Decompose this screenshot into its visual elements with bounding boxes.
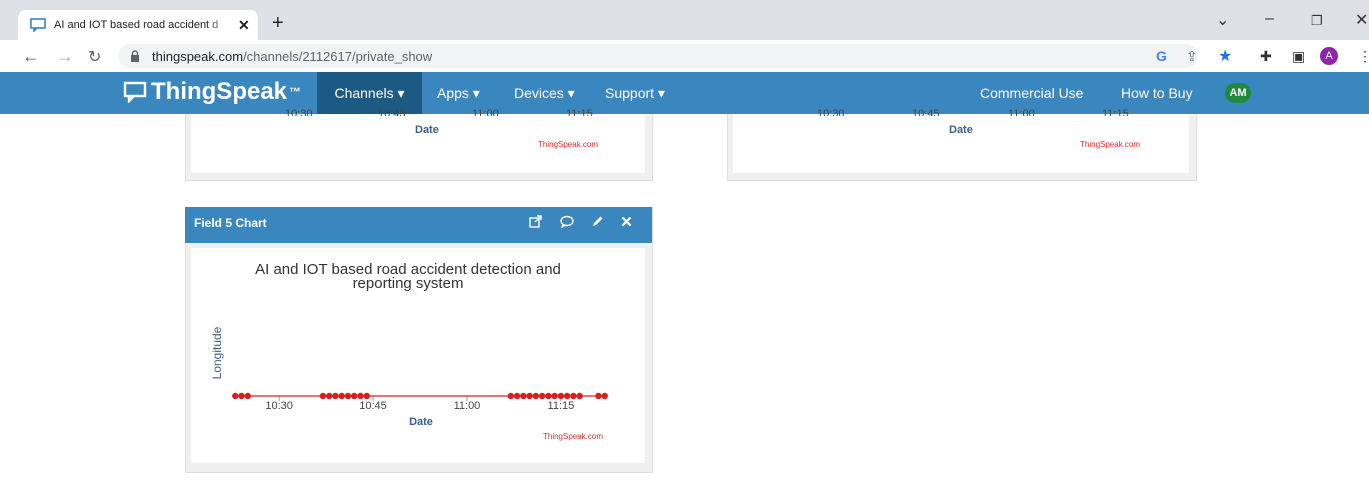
data-point[interactable]: [532, 392, 540, 400]
data-point[interactable]: [526, 392, 533, 400]
google-icon[interactable]: G: [1156, 48, 1167, 64]
close-window-icon[interactable]: ✕: [1355, 10, 1368, 30]
logo-text: ThingSpeak: [151, 78, 288, 105]
x-tick: 11:00: [1008, 108, 1035, 116]
data-point[interactable]: [551, 392, 558, 400]
x-axis-label: Date: [949, 124, 973, 136]
bookmark-star-icon[interactable]: ★: [1218, 46, 1232, 66]
data-point[interactable]: [238, 392, 245, 400]
profile-avatar[interactable]: A: [1320, 47, 1338, 65]
data-point[interactable]: [244, 392, 251, 400]
data-point[interactable]: [363, 392, 370, 400]
data-point[interactable]: [538, 392, 546, 400]
data-point[interactable]: [357, 392, 364, 400]
new-tab-button[interactable]: +: [272, 12, 284, 35]
x-tick-label: 11:00: [454, 400, 481, 412]
nav-channels[interactable]: Channels ▾: [317, 72, 422, 114]
x-tick: 10:30: [817, 108, 845, 116]
user-avatar[interactable]: AM: [1225, 83, 1251, 103]
lock-icon: [131, 50, 139, 62]
thingspeak-favicon-icon: [30, 18, 46, 32]
data-point[interactable]: [545, 392, 552, 400]
tab-search-icon[interactable]: ⌄: [1216, 10, 1229, 30]
nav-support[interactable]: Support ▾: [605, 72, 665, 114]
share-icon[interactable]: ⇪: [1186, 48, 1198, 65]
data-point[interactable]: [319, 392, 327, 400]
minimize-icon[interactable]: –: [1265, 10, 1274, 28]
pencil-icon[interactable]: [591, 215, 604, 228]
data-point[interactable]: [576, 392, 583, 400]
thingspeak-logo[interactable]: ThingSpeak ™: [123, 78, 301, 106]
x-tick: 11:00: [472, 108, 499, 116]
data-point[interactable]: [601, 392, 608, 400]
thingspeak-credit-link[interactable]: ThingSpeak.com: [543, 432, 603, 441]
x-tick-label: 10:45: [359, 400, 387, 412]
data-point[interactable]: [570, 392, 577, 400]
x-axis-label: Date: [409, 416, 433, 428]
url-host: thingspeak.com: [152, 48, 244, 64]
data-point[interactable]: [557, 392, 565, 400]
data-point[interactable]: [595, 392, 602, 400]
x-tick: 10:30: [285, 108, 313, 116]
browser-menu-icon[interactable]: ⋮: [1358, 48, 1369, 65]
extensions-icon[interactable]: ✚: [1260, 48, 1272, 65]
data-point[interactable]: [507, 392, 515, 400]
data-point[interactable]: [513, 392, 521, 400]
url-path: /channels/2112617/private_show: [243, 48, 433, 64]
data-point[interactable]: [338, 392, 345, 400]
thingspeak-credit-link[interactable]: ThingSpeak.com: [538, 140, 598, 149]
data-point[interactable]: [332, 392, 339, 400]
x-tick: 10:45: [912, 108, 940, 116]
data-point[interactable]: [232, 392, 239, 400]
close-icon[interactable]: [621, 216, 632, 227]
restore-icon[interactable]: ❐: [1311, 13, 1323, 29]
back-icon[interactable]: ←: [22, 46, 40, 67]
x-axis-label: Date: [415, 124, 439, 136]
forward-icon[interactable]: →: [56, 46, 74, 67]
address-bar[interactable]: thingspeak.com/channels/2112617/private_…: [118, 44, 1198, 68]
thingspeak-credit-link[interactable]: ThingSpeak.com: [1080, 140, 1140, 149]
thingspeak-logo-icon: [123, 81, 147, 103]
browser-tab[interactable]: AI and IOT based road accident d ✕: [18, 10, 258, 40]
x-tick: 11:15: [566, 108, 593, 116]
close-tab-icon[interactable]: ✕: [238, 17, 250, 34]
chart-title-line2: reporting system: [353, 275, 464, 292]
reload-icon[interactable]: ↻: [88, 47, 101, 67]
x-tick-label: 10:30: [265, 400, 293, 412]
x-tick-label: 11:15: [548, 400, 575, 412]
external-link-icon[interactable]: [529, 215, 542, 228]
data-point[interactable]: [344, 392, 352, 400]
data-point[interactable]: [325, 392, 333, 400]
data-point[interactable]: [351, 392, 358, 400]
comment-icon[interactable]: [560, 215, 574, 228]
x-tick: 10:45: [378, 108, 406, 116]
logo-tm: ™: [289, 85, 302, 99]
field-5-chart-svg: AI and IOT based road accident detection…: [210, 261, 608, 441]
field-5-title: Field 5 Chart: [194, 216, 267, 230]
nav-how-to-buy[interactable]: How to Buy: [1121, 72, 1193, 114]
data-point[interactable]: [563, 392, 571, 400]
data-point[interactable]: [520, 392, 527, 400]
x-tick: 11:15: [1102, 108, 1129, 116]
y-axis-label: Longitude: [210, 326, 224, 379]
side-panel-icon[interactable]: ▣: [1292, 48, 1305, 65]
tab-title: AI and IOT based road accident d: [54, 19, 219, 31]
